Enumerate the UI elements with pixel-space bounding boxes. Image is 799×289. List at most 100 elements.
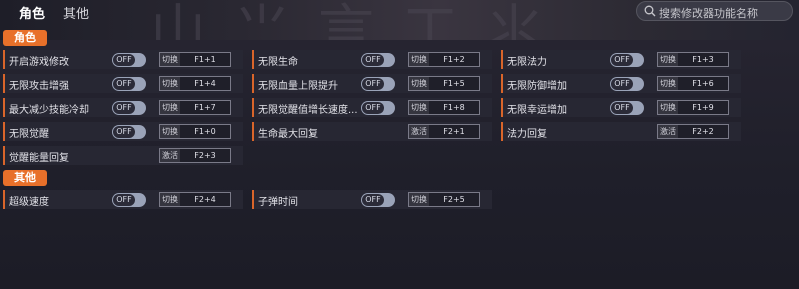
option-label: 生命最大回复 (258, 129, 318, 140)
hotkey-value: F1+1 (194, 55, 216, 64)
hotkey-action: 切换 (409, 53, 429, 66)
hotkey-box[interactable]: 切换 F2+4 (159, 192, 231, 207)
search-icon (644, 5, 656, 17)
toggle-state: OFF (113, 78, 135, 90)
hotkey-value: F1+5 (443, 79, 465, 88)
option-label: 无限觉醒值增长速度... (258, 105, 358, 116)
hotkey-action: 切换 (160, 53, 180, 66)
hotkey-action: 切换 (160, 193, 180, 206)
search-input[interactable]: 搜索修改器功能名称 (636, 1, 793, 21)
option-row: 子弹时间 OFF 切换 F2+5 (252, 190, 492, 209)
hotkey-action: 切换 (409, 77, 429, 90)
toggle-switch[interactable]: OFF (610, 101, 644, 115)
option-label: 无限法力 (507, 57, 547, 68)
option-row: 开启游戏修改 OFF 切换 F1+1 (3, 50, 243, 69)
hotkey-value: F2+2 (692, 127, 714, 136)
toggle-state: OFF (362, 54, 384, 66)
hotkey-box[interactable]: 切换 F1+8 (408, 100, 480, 115)
hotkey-action: 激活 (160, 149, 180, 162)
hotkey-box[interactable]: 切换 F2+5 (408, 192, 480, 207)
toggle-state: OFF (362, 102, 384, 114)
tab-other[interactable]: 其他 (63, 3, 89, 22)
option-label: 最大减少技能冷却 (9, 105, 89, 116)
hotkey-value: F1+4 (194, 79, 216, 88)
toggle-switch[interactable]: OFF (112, 101, 146, 115)
hotkey-value: F1+0 (194, 127, 216, 136)
hotkey-action: 激活 (658, 125, 678, 138)
hotkey-action: 切换 (160, 101, 180, 114)
option-label: 无限幸运增加 (507, 105, 567, 116)
hotkey-value: F2+5 (443, 195, 465, 204)
hotkey-box[interactable]: 切换 F1+9 (657, 100, 729, 115)
option-row: 觉醒能量回复 激活 F2+3 (3, 146, 243, 165)
option-row: 超级速度 OFF 切换 F2+4 (3, 190, 243, 209)
toggle-state: OFF (362, 78, 384, 90)
hotkey-value: F1+3 (692, 55, 714, 64)
search-placeholder: 搜索修改器功能名称 (659, 7, 758, 20)
option-label: 超级速度 (9, 197, 49, 208)
hotkey-box[interactable]: 切换 F1+4 (159, 76, 231, 91)
toggle-switch[interactable]: OFF (112, 125, 146, 139)
option-label: 开启游戏修改 (9, 57, 69, 68)
hotkey-box[interactable]: 激活 F2+3 (159, 148, 231, 163)
hotkey-action: 激活 (409, 125, 429, 138)
option-label: 无限生命 (258, 57, 298, 68)
hotkey-action: 切换 (160, 125, 180, 138)
option-label: 法力回复 (507, 129, 547, 140)
hotkey-box[interactable]: 切换 F1+2 (408, 52, 480, 67)
hotkey-value: F1+7 (194, 103, 216, 112)
toggle-switch[interactable]: OFF (610, 53, 644, 67)
hotkey-box[interactable]: 激活 F2+1 (408, 124, 480, 139)
toggle-switch[interactable]: OFF (112, 53, 146, 67)
option-row: 最大减少技能冷却 OFF 切换 F1+7 (3, 98, 243, 117)
toggle-switch[interactable]: OFF (610, 77, 644, 91)
toggle-switch[interactable]: OFF (361, 53, 395, 67)
hotkey-action: 切换 (658, 53, 678, 66)
toggle-switch[interactable]: OFF (112, 193, 146, 207)
option-row: 无限攻击增强 OFF 切换 F1+4 (3, 74, 243, 93)
hotkey-value: F2+3 (194, 151, 216, 160)
section-title-other: 其他 (3, 170, 47, 186)
toggle-switch[interactable]: OFF (361, 101, 395, 115)
toggle-state: OFF (362, 194, 384, 206)
option-row: 无限幸运增加 OFF 切换 F1+9 (501, 98, 741, 117)
hotkey-value: F1+8 (443, 103, 465, 112)
toggle-state: OFF (113, 102, 135, 114)
hotkey-box[interactable]: 激活 F2+2 (657, 124, 729, 139)
hotkey-value: F1+2 (443, 55, 465, 64)
toggle-state: OFF (611, 54, 633, 66)
toggle-state: OFF (113, 126, 135, 138)
hotkey-action: 切换 (409, 193, 429, 206)
top-bar: 角色 其他 搜索修改器功能名称 (0, 0, 799, 24)
toggle-state: OFF (113, 54, 135, 66)
hotkey-action: 切换 (658, 77, 678, 90)
toggle-switch[interactable]: OFF (361, 77, 395, 91)
hotkey-value: F2+1 (443, 127, 465, 136)
hotkey-action: 切换 (409, 101, 429, 114)
option-row: 无限血量上限提升 OFF 切换 F1+5 (252, 74, 492, 93)
tab-character[interactable]: 角色 (19, 3, 45, 22)
option-row: 法力回复 激活 F2+2 (501, 122, 741, 141)
toggle-state: OFF (611, 102, 633, 114)
hotkey-value: F1+9 (692, 103, 714, 112)
option-row: 生命最大回复 激活 F2+1 (252, 122, 492, 141)
hotkey-value: F2+4 (194, 195, 216, 204)
option-row: 无限觉醒值增长速度... OFF 切换 F1+8 (252, 98, 492, 117)
hotkey-box[interactable]: 切换 F1+6 (657, 76, 729, 91)
hotkey-box[interactable]: 切换 F1+1 (159, 52, 231, 67)
hotkey-box[interactable]: 切换 F1+3 (657, 52, 729, 67)
hotkey-box[interactable]: 切换 F1+5 (408, 76, 480, 91)
option-row: 无限法力 OFF 切换 F1+3 (501, 50, 741, 69)
toggle-switch[interactable]: OFF (112, 77, 146, 91)
option-label: 觉醒能量回复 (9, 153, 69, 164)
hotkey-box[interactable]: 切换 F1+7 (159, 100, 231, 115)
option-label: 无限攻击增强 (9, 81, 69, 92)
option-label: 无限防御增加 (507, 81, 567, 92)
hotkey-action: 切换 (160, 77, 180, 90)
option-label: 无限血量上限提升 (258, 81, 338, 92)
option-label: 无限觉醒 (9, 129, 49, 140)
hotkey-box[interactable]: 切换 F1+0 (159, 124, 231, 139)
section-title-character: 角色 (3, 30, 47, 46)
toggle-switch[interactable]: OFF (361, 193, 395, 207)
option-row: 无限生命 OFF 切换 F1+2 (252, 50, 492, 69)
